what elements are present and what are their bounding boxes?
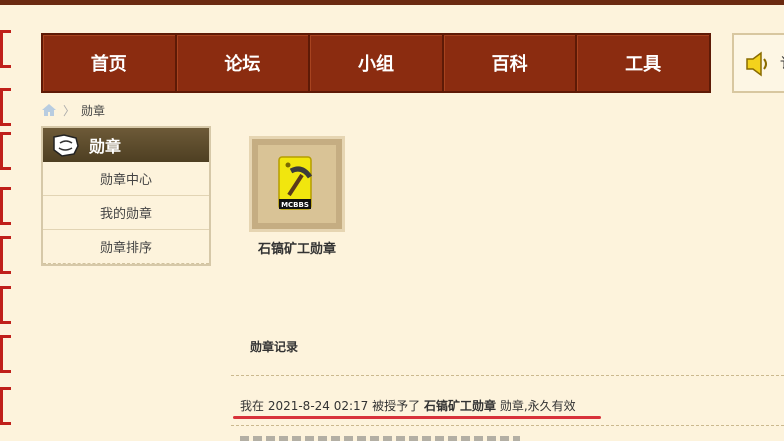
nav-item-forum[interactable]: 论坛	[177, 35, 311, 91]
nav-item-group[interactable]: 小组	[310, 35, 444, 91]
nav-item-home[interactable]: 首页	[43, 35, 177, 91]
record-entry: 我在 2021-8-24 02:17 被授予了 石镐矿工勋章 勋章,永久有效	[240, 397, 576, 414]
home-icon[interactable]	[41, 103, 57, 117]
announcement-text: 讠	[780, 53, 784, 73]
sidebar-item-my-medals[interactable]: 我的勋章	[43, 196, 209, 230]
stone-pickaxe-badge-icon: MCBBS	[278, 156, 313, 210]
records-title: 勋章记录	[250, 340, 299, 354]
record-badge-link[interactable]: 石镐矿工勋章	[424, 399, 496, 413]
nav-item-tools[interactable]: 工具	[577, 35, 709, 91]
breadcrumb: 〉 勋章	[41, 101, 105, 119]
left-decoration	[0, 30, 14, 441]
highlight-underline	[233, 416, 601, 419]
sidebar-title: 勋章	[89, 137, 122, 156]
top-border	[0, 0, 784, 5]
breadcrumb-separator: 〉	[63, 103, 76, 118]
breadcrumb-current[interactable]: 勋章	[81, 102, 105, 119]
main-nav: 首页 论坛 小组 百科 工具	[41, 33, 711, 93]
medal-icon	[53, 134, 79, 157]
nav-item-wiki[interactable]: 百科	[444, 35, 578, 91]
sidebar-item-medal-center[interactable]: 勋章中心	[43, 162, 209, 196]
sidebar: 勋章 勋章中心 我的勋章 勋章排序	[41, 126, 211, 266]
announcement-box[interactable]: 讠	[732, 33, 784, 93]
record-prefix: 我在 2021-8-24 02:17 被授予了	[240, 399, 421, 413]
sidebar-item-medal-ranking[interactable]: 勋章排序	[43, 230, 209, 264]
divider	[231, 375, 784, 376]
divider	[231, 425, 784, 426]
sidebar-header: 勋章	[43, 128, 209, 162]
cutoff-row	[240, 436, 520, 441]
badge-card[interactable]: MCBBS	[249, 136, 345, 232]
speaker-icon	[746, 51, 767, 77]
record-suffix: 勋章,永久有效	[499, 399, 576, 413]
svg-text:MCBBS: MCBBS	[281, 201, 309, 209]
badge-name[interactable]: 石镐矿工勋章	[249, 238, 345, 257]
